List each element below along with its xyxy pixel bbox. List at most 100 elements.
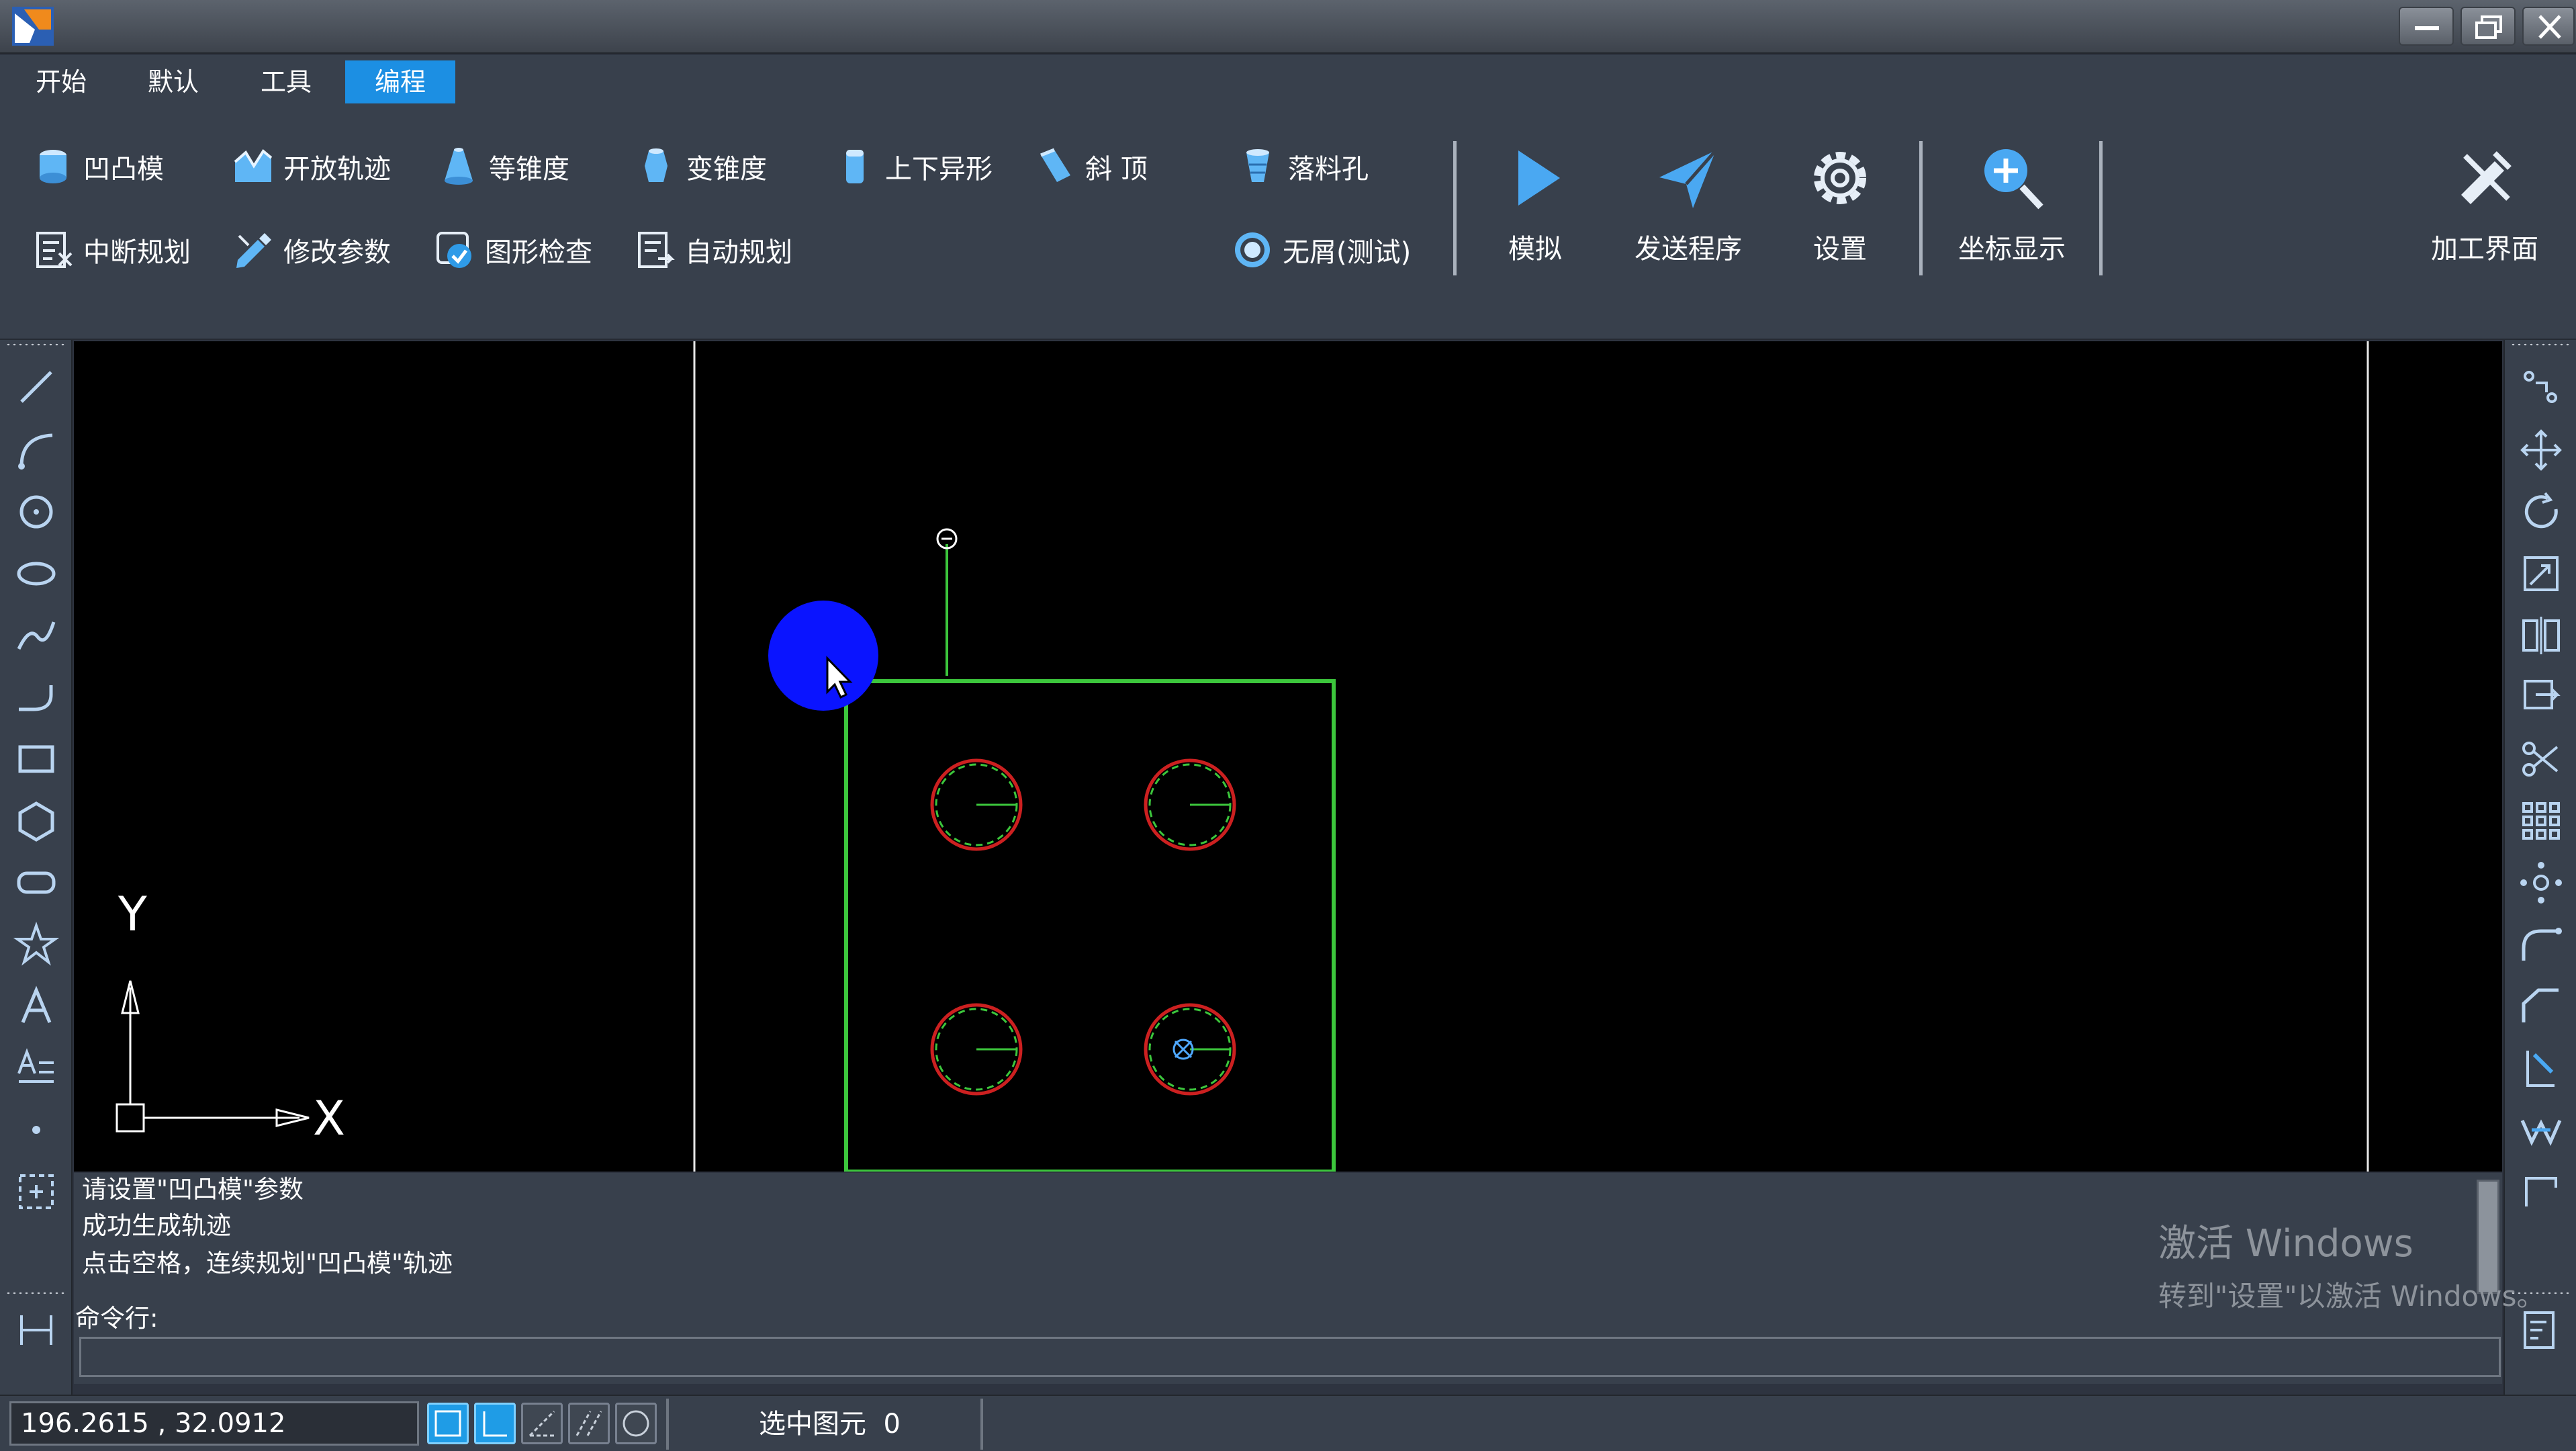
ribbon-separator xyxy=(1919,141,1923,275)
rectangle-tool-icon[interactable] xyxy=(13,736,59,782)
open-path-icon xyxy=(234,149,273,182)
offset-icon[interactable] xyxy=(2518,674,2564,720)
star-tool-icon[interactable] xyxy=(13,922,59,967)
extend-icon[interactable] xyxy=(2518,1169,2564,1215)
slanted-top-label: 斜 顶 xyxy=(1085,154,1148,185)
text-tool-icon[interactable] xyxy=(13,983,59,1029)
no-chip-icon xyxy=(1235,232,1270,267)
move-icon[interactable] xyxy=(2518,427,2564,473)
tab-tools[interactable]: 工具 xyxy=(232,60,340,103)
send-icon xyxy=(1659,149,1717,208)
coordinate-display-label: 坐标显示 xyxy=(1958,234,2066,265)
rotate-icon[interactable] xyxy=(2518,489,2564,535)
edit-params-label: 修改参数 xyxy=(283,237,391,268)
scale-icon[interactable] xyxy=(2518,551,2564,597)
fillet-icon[interactable] xyxy=(2518,922,2564,967)
slot-tool-icon[interactable] xyxy=(13,860,59,906)
circle-tool-icon[interactable] xyxy=(13,489,59,535)
scissors-icon[interactable] xyxy=(2518,736,2564,782)
slanted-top-button[interactable]: 斜 顶 xyxy=(1034,140,1148,193)
command-line-input[interactable] xyxy=(79,1337,2501,1377)
cursor-highlight xyxy=(768,601,878,711)
machining-interface-button[interactable]: 加工界面 xyxy=(2424,141,2545,266)
text-line-tool-icon[interactable] xyxy=(13,1045,59,1091)
coordinate-display-button[interactable]: 坐标显示 xyxy=(1951,141,2072,266)
coordinate-readout: 196.2615 , 32.0912 xyxy=(9,1401,419,1446)
edit-params-button[interactable]: 修改参数 xyxy=(232,223,391,277)
no-chip-label: 无屑(测试) xyxy=(1283,237,1412,268)
command-console: 请设置"凹凸模"参数 成功生成轨迹 点击空格，连续规划"凹凸模"轨迹 命令行: … xyxy=(74,1173,2544,1384)
equal-taper-button[interactable]: 等锥度 xyxy=(438,140,569,193)
object-snap-toggle[interactable] xyxy=(615,1403,657,1444)
hole-top-left xyxy=(930,758,1023,851)
polygon-tool-icon[interactable] xyxy=(13,798,59,844)
auto-plan-button[interactable]: 自动规划 xyxy=(634,223,792,277)
join-icon[interactable] xyxy=(2518,1107,2564,1153)
gear-icon xyxy=(1814,152,1866,204)
break-icon[interactable] xyxy=(2518,1045,2564,1091)
no-chip-button[interactable]: 无屑(测试) xyxy=(1232,223,1411,277)
ortho-icon xyxy=(483,1411,507,1437)
polar-toggle[interactable] xyxy=(521,1403,563,1444)
settings-button[interactable]: 设置 xyxy=(1800,141,1880,266)
ribbon-separator xyxy=(1453,141,1457,275)
status-bar: 196.2615 , 32.0912 选中图元 0 xyxy=(0,1395,2576,1451)
y-axis-label: Y xyxy=(118,887,147,942)
snap-grid-toggle[interactable] xyxy=(427,1403,469,1444)
variable-taper-button[interactable]: 变锥度 xyxy=(635,140,767,193)
simulate-button[interactable]: 模拟 xyxy=(1495,141,1575,266)
interrupt-plan-button[interactable]: 中断规划 xyxy=(32,223,191,277)
blanking-hole-icon xyxy=(1246,149,1269,182)
punch-die-button[interactable]: 凹凸模 xyxy=(32,140,164,193)
minimize-button[interactable] xyxy=(2399,7,2454,46)
slanted-top-icon xyxy=(1040,148,1070,182)
object-track-icon xyxy=(576,1411,602,1436)
toolbar-grip[interactable] xyxy=(5,343,67,347)
trim-point-icon[interactable] xyxy=(2518,364,2564,410)
variable-taper-icon xyxy=(645,148,668,182)
edit-params-icon xyxy=(236,233,271,268)
machining-icon xyxy=(2461,151,2512,204)
interrupt-plan-icon xyxy=(36,232,73,268)
auto-plan-icon xyxy=(638,232,675,268)
toolbar-grip[interactable] xyxy=(2510,343,2572,347)
cone-icon xyxy=(445,148,473,185)
open-path-button[interactable]: 开放轨迹 xyxy=(232,140,391,193)
arc-tool-icon[interactable] xyxy=(13,427,59,473)
restore-button[interactable] xyxy=(2460,7,2516,46)
log-line: 成功生成轨迹 xyxy=(82,1211,231,1240)
equal-taper-label: 等锥度 xyxy=(489,154,569,185)
ellipse-tool-icon[interactable] xyxy=(13,551,59,597)
chamfer-icon[interactable] xyxy=(2518,983,2564,1029)
selected-label: 选中图元 xyxy=(759,1409,866,1440)
point-tool-icon[interactable] xyxy=(13,1107,59,1153)
select-region-tool-icon[interactable] xyxy=(13,1169,59,1215)
drawing-canvas[interactable]: Y X xyxy=(74,341,2502,1172)
mirror-icon[interactable] xyxy=(2518,613,2564,658)
close-button[interactable] xyxy=(2522,7,2575,46)
blanking-hole-button[interactable]: 落料孔 xyxy=(1237,140,1369,193)
status-separator xyxy=(666,1399,669,1450)
dimension-tool-icon[interactable] xyxy=(13,1307,59,1353)
tab-default[interactable]: 默认 xyxy=(120,60,227,103)
open-path-label: 开放轨迹 xyxy=(283,154,391,185)
array-icon[interactable] xyxy=(2518,798,2564,844)
rectangle-contour xyxy=(844,679,1336,1172)
minimize-icon xyxy=(2415,26,2439,30)
upper-lower-shape-icon xyxy=(846,150,864,183)
cylinder-icon xyxy=(40,150,66,183)
tab-programming[interactable]: 编程 xyxy=(345,60,455,103)
ortho-toggle[interactable] xyxy=(474,1403,516,1444)
hole-bottom-right xyxy=(1144,1003,1236,1096)
toolbar-grip[interactable] xyxy=(5,1291,67,1295)
play-icon xyxy=(1518,150,1560,206)
tab-start[interactable]: 开始 xyxy=(8,60,114,103)
upper-lower-shape-button[interactable]: 上下异形 xyxy=(834,140,993,193)
circular-array-icon[interactable] xyxy=(2518,860,2564,906)
polyline-tool-icon[interactable] xyxy=(13,674,59,720)
line-tool-icon[interactable] xyxy=(13,364,59,410)
spline-tool-icon[interactable] xyxy=(13,613,59,658)
shape-check-button[interactable]: 图形检查 xyxy=(434,223,592,277)
object-track-toggle[interactable] xyxy=(568,1403,610,1444)
send-program-button[interactable]: 发送程序 xyxy=(1621,141,1755,266)
